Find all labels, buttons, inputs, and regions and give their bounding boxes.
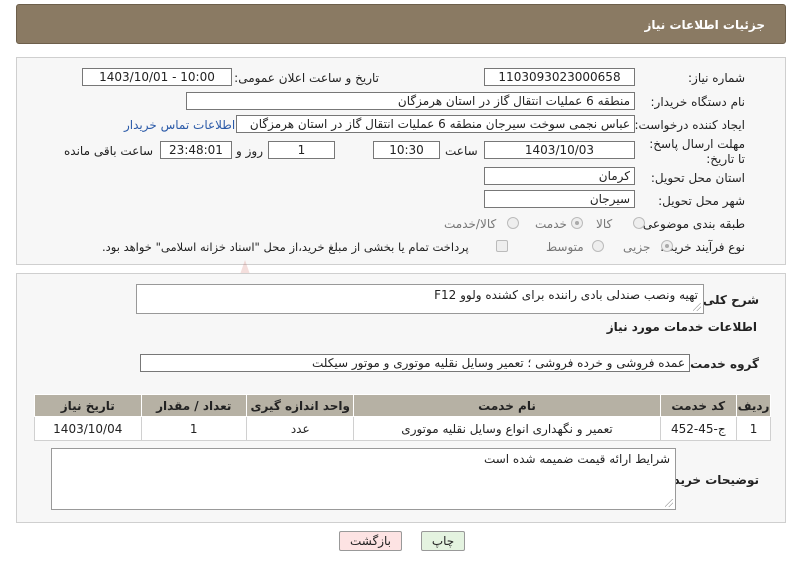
province-label: استان محل تحویل: — [650, 171, 745, 185]
city-label: شهر محل تحویل: — [658, 194, 745, 208]
remaining-label: ساعت باقی مانده — [64, 144, 154, 158]
process-radio-minor[interactable] — [661, 240, 673, 252]
col-name-header: نام خدمت — [353, 394, 661, 417]
col-code-header: کد خدمت — [659, 394, 738, 417]
cell-date: 1403/10/04 — [34, 416, 142, 441]
resize-grip[interactable] — [693, 303, 701, 311]
print-button[interactable]: چاپ — [421, 531, 465, 551]
summary-text: تهیه ونصب صندلی بادی راننده برای کشنده و… — [434, 288, 698, 302]
cell-qty: 1 — [140, 416, 247, 441]
days-field: 1 — [268, 141, 335, 159]
remaining-time-field: 23:48:01 — [160, 141, 232, 159]
category-radio-goods[interactable] — [633, 217, 645, 229]
treasury-payment-note: پرداخت تمام یا بخشی از مبلغ خرید،از محل … — [102, 240, 469, 254]
requester-label: ایجاد کننده درخواست: — [634, 118, 745, 132]
days-label: روز و — [236, 144, 263, 158]
table-row: 1 ج-45-452 تعمیر و نگهداری انواع وسایل ن… — [34, 416, 771, 441]
cell-row: 1 — [736, 416, 771, 441]
category-radio-service[interactable] — [571, 217, 583, 229]
service-group-label: گروه خدمت: — [685, 357, 759, 371]
city-field: سیرجان — [484, 190, 635, 208]
category-radio-goods-service[interactable] — [507, 217, 519, 229]
need-number-label: شماره نیاز: — [688, 71, 745, 85]
buyer-notes-text: شرایط ارائه قیمت ضمیمه شده است — [483, 452, 670, 466]
category-option-goods: کالا — [596, 217, 613, 231]
announce-label: تاریخ و ساعت اعلان عمومی: — [234, 71, 379, 85]
category-label: طبقه بندی موضوعی: — [638, 217, 745, 231]
services-heading: اطلاعات خدمات مورد نیاز — [606, 320, 757, 334]
col-unit-header: واحد اندازه گیری — [245, 394, 355, 417]
deadline-time-field: 10:30 — [373, 141, 440, 159]
announce-field: 1403/10/01 - 10:00 — [82, 68, 232, 86]
resize-grip[interactable] — [665, 499, 673, 507]
process-radio-medium[interactable] — [592, 240, 604, 252]
table-header-row: ردیف کد خدمت نام خدمت واحد اندازه گیری ت… — [34, 394, 771, 417]
buyer-contact-link[interactable]: اطلاعات تماس خریدار — [124, 118, 235, 132]
deadline-date-field: 1403/10/03 — [484, 141, 635, 159]
cell-unit: عدد — [245, 416, 355, 441]
page-header: جزئیات اطلاعات نیاز — [16, 4, 786, 44]
treasury-payment-checkbox[interactable] — [496, 240, 508, 252]
deadline-time-label: ساعت — [445, 144, 478, 158]
col-date-header: تاریخ نیاز — [34, 394, 142, 417]
col-qty-header: تعداد / مقدار — [140, 394, 247, 417]
process-option-minor: جزیی — [623, 240, 651, 254]
category-option-service: خدمت — [535, 217, 567, 231]
need-number-field: 1103093023000658 — [484, 68, 635, 86]
buyer-notes-field: شرایط ارائه قیمت ضمیمه شده است — [51, 448, 676, 510]
deadline-label: مهلت ارسال پاسخ: تا تاریخ: — [649, 137, 745, 166]
cell-name: تعمیر و نگهداری انواع وسایل نقلیه موتوری — [353, 416, 661, 441]
buyer-org-label: نام دستگاه خریدار: — [650, 95, 746, 109]
cell-code: ج-45-452 — [659, 416, 738, 441]
category-option-goods-service: کالا/خدمت — [444, 217, 497, 231]
service-group-field: عمده فروشی و خرده فروشی ؛ تعمیر وسایل نق… — [140, 354, 690, 372]
col-row-header: ردیف — [736, 394, 771, 417]
summary-field: تهیه ونصب صندلی بادی راننده برای کشنده و… — [136, 284, 704, 314]
buyer-org-field: منطقه 6 عملیات انتقال گاز در استان هرمزگ… — [186, 92, 635, 110]
province-field: کرمان — [484, 167, 635, 185]
process-option-medium: متوسط — [546, 240, 584, 254]
page-title: جزئیات اطلاعات نیاز — [644, 18, 765, 32]
services-table: ردیف کد خدمت نام خدمت واحد اندازه گیری ت… — [34, 394, 771, 441]
requester-field: عباس نجمی سوخت سیرجان منطقه 6 عملیات انت… — [236, 115, 635, 133]
back-button[interactable]: بازگشت — [339, 531, 402, 551]
